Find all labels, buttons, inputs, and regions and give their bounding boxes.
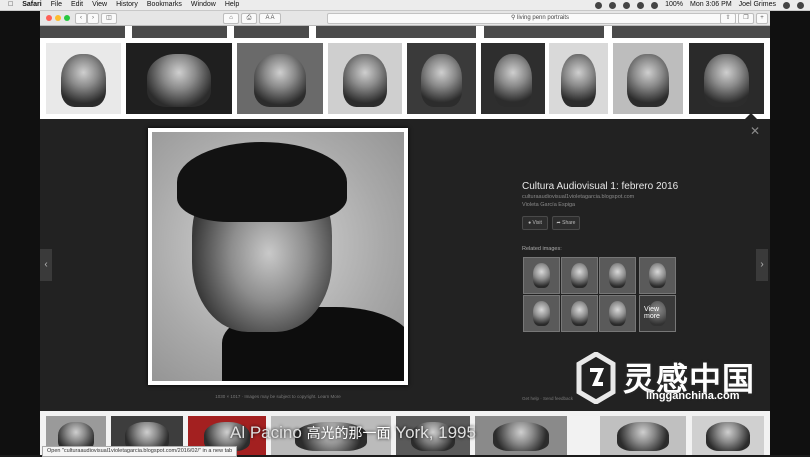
- result-thumb-top-partial[interactable]: [132, 26, 227, 38]
- address-text: living penn portraits: [517, 15, 570, 21]
- battery-level[interactable]: 100%: [665, 0, 683, 10]
- subtitle-en-left: Al Pacino: [230, 423, 302, 442]
- related-images-label: Related images:: [522, 246, 562, 252]
- menu-bar:  Safari File Edit View History Bookmark…: [0, 0, 810, 11]
- result-thumb[interactable]: [481, 43, 545, 114]
- result-thumb[interactable]: [46, 43, 121, 114]
- left-dark-margin: [0, 11, 40, 455]
- menu-file[interactable]: File: [51, 0, 62, 10]
- close-icon[interactable]: ✕: [750, 125, 760, 137]
- print-button[interactable]: ⎙: [241, 13, 257, 24]
- image-title[interactable]: Cultura Audiovisual 1: febrero 2016: [522, 181, 722, 192]
- image-caption: 1030 × 1017 · Images may be subject to c…: [215, 394, 341, 399]
- volume-icon[interactable]: [651, 2, 659, 10]
- apple-menu-icon[interactable]: : [8, 0, 13, 10]
- related-image[interactable]: [639, 257, 676, 294]
- visit-button[interactable]: ● Visit: [522, 216, 548, 230]
- zoom-window-button[interactable]: [64, 15, 70, 21]
- portrait-photo: [152, 132, 404, 381]
- menubar-clock[interactable]: Mon 3:06 PM: [690, 0, 732, 10]
- link-status-bar: Open "culturaaudiovisual1violetagarcia.b…: [42, 446, 238, 457]
- address-bar[interactable]: ⚲ living penn portraits: [327, 13, 753, 24]
- menu-bookmarks[interactable]: Bookmarks: [147, 0, 182, 10]
- selection-caret: [745, 113, 757, 119]
- next-image-button[interactable]: ›: [756, 249, 768, 281]
- status-icon-2[interactable]: [609, 2, 617, 10]
- tabs-overview-button[interactable]: ❐: [738, 13, 754, 24]
- watermark-logo-icon: [576, 352, 616, 404]
- share-image-button[interactable]: ➦ Share: [552, 216, 580, 230]
- result-thumb[interactable]: [549, 43, 608, 114]
- forward-button[interactable]: ›: [87, 13, 99, 24]
- result-thumb-top-partial[interactable]: [234, 26, 309, 38]
- result-thumb[interactable]: [126, 43, 232, 114]
- home-button[interactable]: ⌂: [223, 13, 239, 24]
- share-button[interactable]: ⇧: [720, 13, 736, 24]
- menubar-user[interactable]: Joel Grimes: [739, 0, 776, 10]
- minimize-window-button[interactable]: [55, 15, 61, 21]
- result-thumb-top-partial[interactable]: [612, 26, 770, 38]
- reader-text-size-button[interactable]: A A: [259, 13, 281, 24]
- menu-edit[interactable]: Edit: [71, 0, 83, 10]
- watermark-en: lingganchina.com: [646, 390, 740, 402]
- menu-window[interactable]: Window: [191, 0, 216, 10]
- new-tab-button[interactable]: +: [756, 13, 768, 24]
- related-image[interactable]: [561, 257, 598, 294]
- status-icon-3[interactable]: [623, 2, 631, 10]
- close-window-button[interactable]: [46, 15, 52, 21]
- view-more-button[interactable]: View more: [639, 295, 676, 332]
- result-thumb[interactable]: [475, 416, 567, 455]
- related-image[interactable]: [523, 257, 560, 294]
- back-button[interactable]: ‹: [75, 13, 87, 24]
- menu-app-name[interactable]: Safari: [22, 0, 41, 10]
- result-thumb[interactable]: [407, 43, 476, 114]
- related-image[interactable]: [561, 295, 598, 332]
- menu-view[interactable]: View: [92, 0, 107, 10]
- related-image[interactable]: [599, 295, 636, 332]
- status-icon-1[interactable]: [595, 2, 603, 10]
- video-subtitle: Al Pacino 高光的那一面 York, 1995: [230, 423, 476, 443]
- sidebar-button[interactable]: ◫: [101, 13, 117, 24]
- source-author: Violeta García Espiga: [522, 202, 576, 208]
- result-thumb-top-partial[interactable]: [316, 26, 476, 38]
- related-image[interactable]: [523, 295, 560, 332]
- feedback-links[interactable]: Get help · Send feedback: [522, 396, 573, 401]
- result-thumb[interactable]: [692, 416, 764, 455]
- result-thumb-selected[interactable]: [689, 43, 764, 114]
- subtitle-en-right: York, 1995: [395, 423, 476, 442]
- result-thumb[interactable]: [613, 43, 683, 114]
- subtitle-cn: 高光的那一面: [306, 425, 391, 441]
- menu-help[interactable]: Help: [225, 0, 239, 10]
- previous-image-button[interactable]: ‹: [40, 249, 52, 281]
- browser-toolbar: ‹ › ◫ ⌂ ⎙ A A ⚲ living penn portraits ⇧ …: [40, 11, 770, 26]
- main-image[interactable]: [148, 128, 408, 385]
- image-info: Cultura Audiovisual 1: febrero 2016 cult…: [522, 181, 722, 230]
- wifi-icon[interactable]: [637, 2, 645, 10]
- result-thumb[interactable]: [600, 416, 686, 455]
- source-url[interactable]: culturaaudiovisual1violetagarcia.blogspo…: [522, 194, 722, 200]
- notification-center-icon[interactable]: [797, 2, 804, 10]
- result-thumb-top-partial[interactable]: [484, 26, 604, 38]
- result-thumb[interactable]: [237, 43, 323, 114]
- related-image[interactable]: [599, 257, 636, 294]
- spotlight-icon[interactable]: [783, 2, 790, 10]
- site-watermark: 灵感中国 lingganchina.com: [573, 352, 783, 412]
- menu-history[interactable]: History: [116, 0, 138, 10]
- result-thumb-top-partial[interactable]: [40, 26, 125, 38]
- result-thumb[interactable]: [328, 43, 402, 114]
- image-results-top: [40, 26, 770, 119]
